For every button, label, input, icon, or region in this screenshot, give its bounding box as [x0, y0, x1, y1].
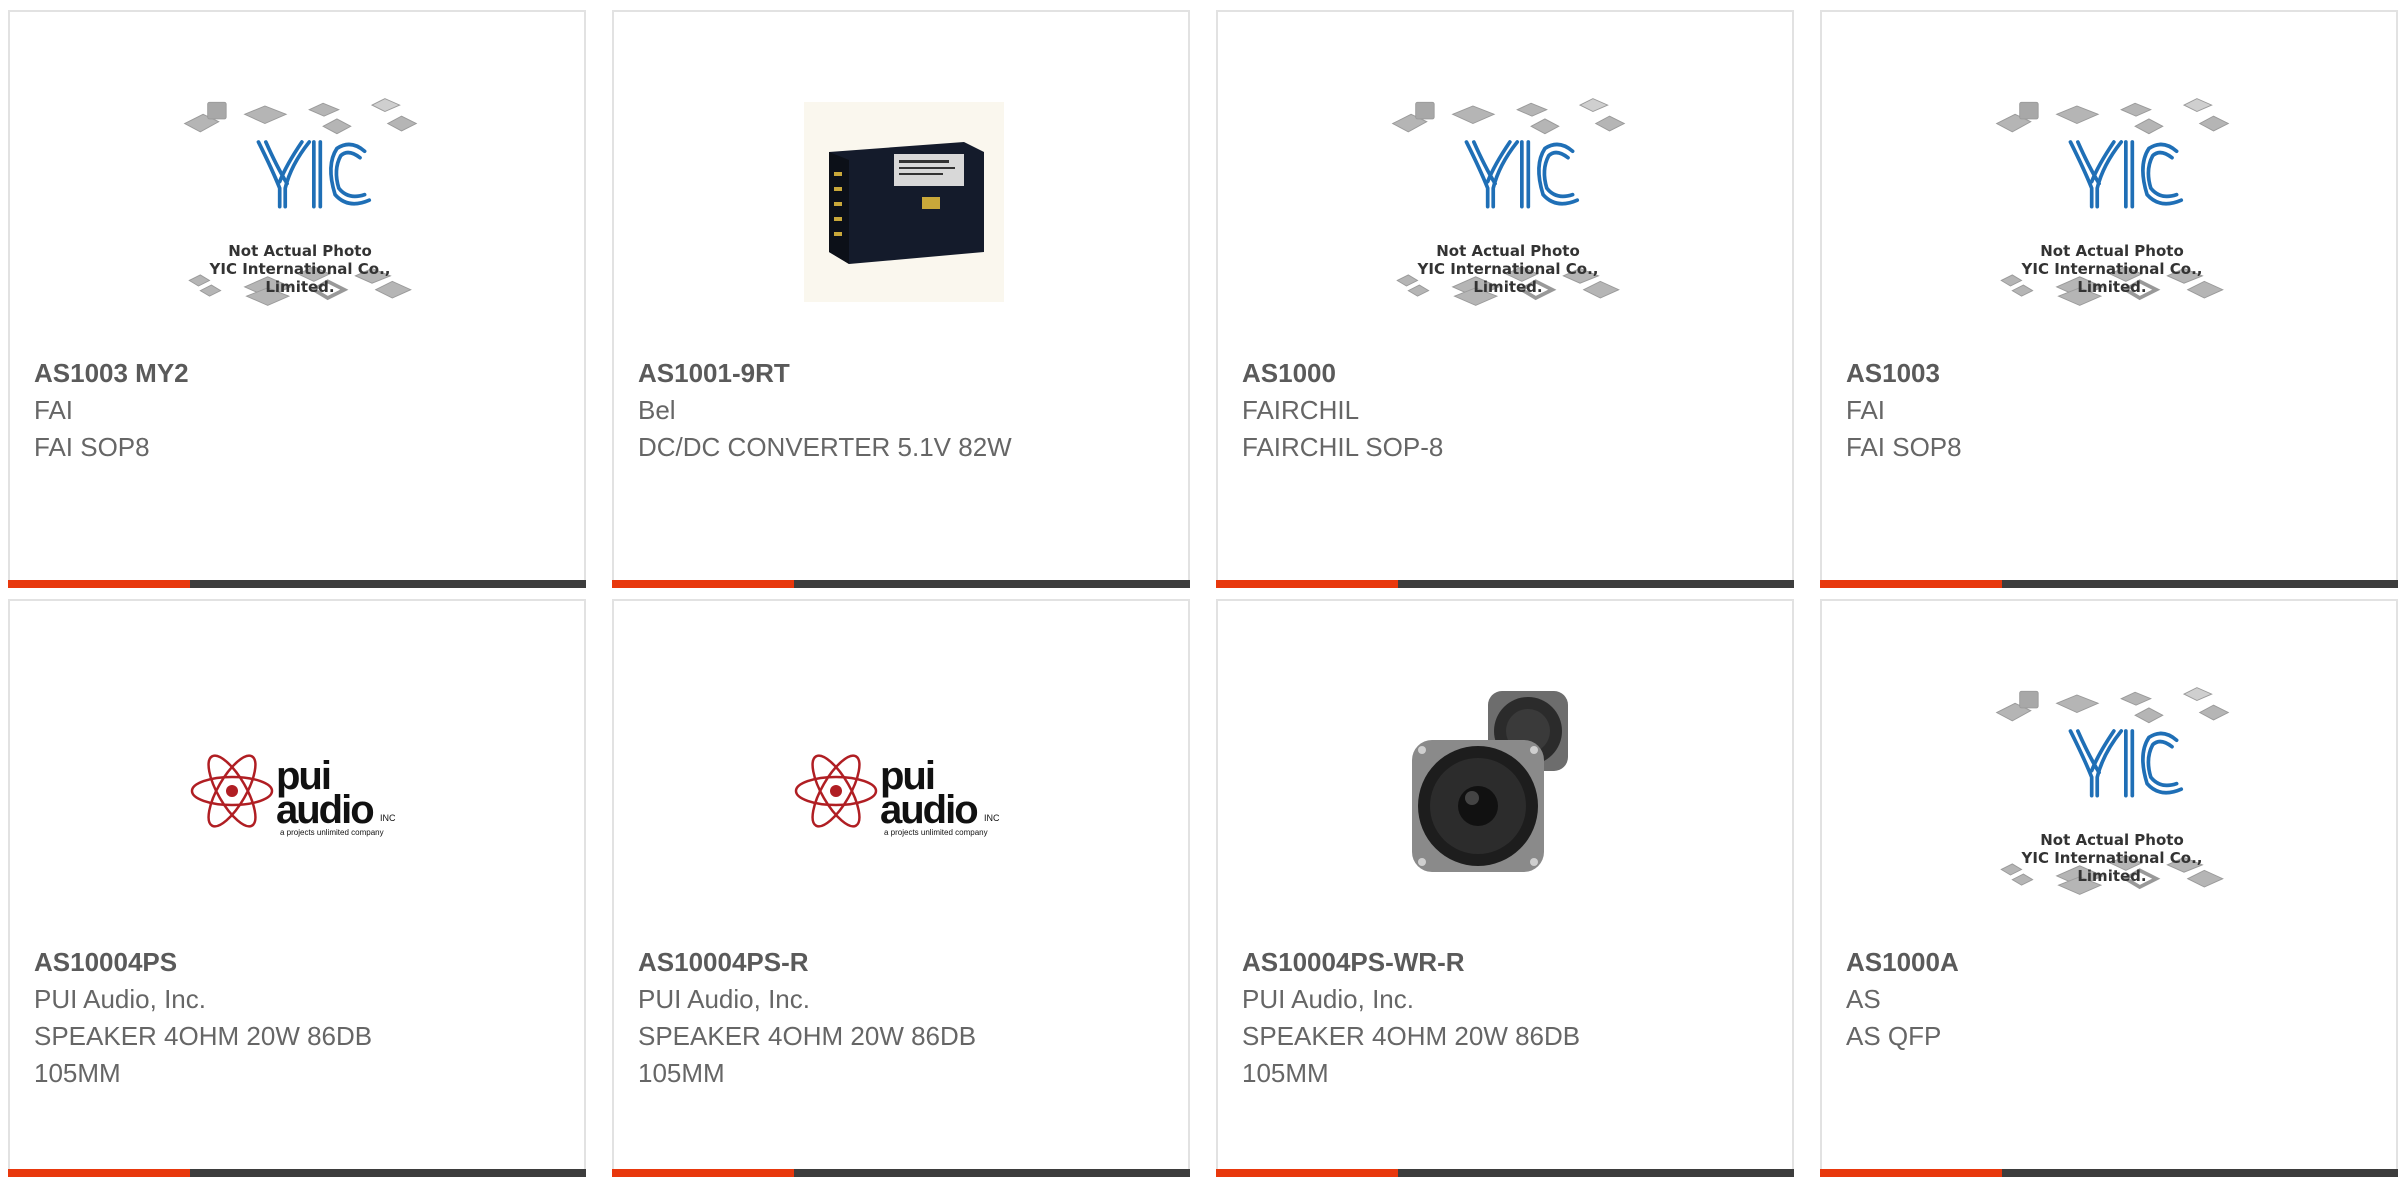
description: AS QFP: [1846, 1021, 1942, 1051]
placeholder-line2: YIC International Co., Limited.: [209, 260, 391, 296]
description: FAIRCHIL SOP-8: [1242, 432, 1444, 462]
description: SPEAKER 4OHM 20W 86DB: [638, 1021, 977, 1051]
footer-accent: [1820, 1169, 2002, 1177]
product-image-converter[interactable]: [784, 82, 1024, 322]
description-line2: 105MM: [34, 1058, 121, 1088]
manufacturer: PUI Audio, Inc.: [34, 984, 206, 1014]
product-card[interactable]: AS1001-9RT Bel DC/DC CONVERTER 5.1V 82W: [612, 10, 1190, 588]
pui-audio-logo-icon: pui audio INC a projects unlimited compa…: [190, 754, 396, 837]
product-image-speaker[interactable]: [1388, 671, 1628, 911]
description: FAI SOP8: [1846, 432, 1962, 462]
description: SPEAKER 4OHM 20W 86DB: [1242, 1021, 1581, 1051]
product-card[interactable]: pui audio INC a projects unlimited compa…: [8, 599, 586, 1177]
pui-audio-logo-icon: pui audio INC a projects unlimited compa…: [794, 754, 1000, 837]
footer-accent: [1216, 1169, 1398, 1177]
manufacturer: PUI Audio, Inc.: [1242, 984, 1414, 1014]
speaker-photo-icon: [1412, 691, 1568, 872]
placeholder-line1: Not Actual Photo: [2040, 242, 2184, 260]
placeholder-line1: Not Actual Photo: [2040, 831, 2184, 849]
pui-logo-tagline: a projects unlimited company: [280, 828, 384, 837]
pui-logo-line2: audio: [880, 788, 977, 832]
card-footer-bar: [1216, 1169, 1794, 1177]
product-card[interactable]: Not Actual Photo YIC International Co., …: [1216, 10, 1794, 588]
placeholder-line2: YIC International Co., Limited.: [2021, 849, 2203, 885]
part-number[interactable]: AS1000A: [1846, 944, 2376, 981]
manufacturer: FAIRCHIL: [1242, 395, 1360, 425]
product-image-placeholder[interactable]: Not Actual Photo YIC International Co., …: [1992, 671, 2232, 911]
pui-logo-suffix: INC: [380, 813, 396, 823]
card-footer-bar: [8, 1169, 586, 1177]
product-image-placeholder[interactable]: Not Actual Photo YIC International Co., …: [1388, 82, 1628, 322]
description-line2: 105MM: [1242, 1058, 1329, 1088]
footer-accent: [612, 1169, 794, 1177]
part-number[interactable]: AS10004PS-WR-R: [1242, 944, 1772, 981]
manufacturer: FAI: [34, 395, 74, 425]
product-card[interactable]: Not Actual Photo YIC International Co., …: [1820, 10, 2398, 588]
part-number[interactable]: AS1003 MY2: [34, 355, 564, 392]
converter-photo-icon: [804, 102, 1004, 302]
card-footer-bar: [612, 580, 1190, 588]
manufacturer: FAI: [1846, 395, 1886, 425]
part-number[interactable]: AS1000: [1242, 355, 1772, 392]
card-footer-bar: [1820, 1169, 2398, 1177]
footer-accent: [8, 580, 190, 588]
description-line2: 105MM: [638, 1058, 725, 1088]
product-image-placeholder[interactable]: Not Actual Photo YIC International Co., …: [180, 82, 420, 322]
placeholder-line2: YIC International Co., Limited.: [2021, 260, 2203, 296]
card-footer-bar: [8, 580, 586, 588]
product-card[interactable]: Not Actual Photo YIC International Co., …: [8, 10, 586, 588]
part-number[interactable]: AS1003: [1846, 355, 2376, 392]
manufacturer: PUI Audio, Inc.: [638, 984, 810, 1014]
product-card[interactable]: pui audio INC a projects unlimited compa…: [612, 599, 1190, 1177]
description: DC/DC CONVERTER 5.1V 82W: [638, 432, 1012, 462]
description: SPEAKER 4OHM 20W 86DB: [34, 1021, 373, 1051]
product-image-placeholder[interactable]: Not Actual Photo YIC International Co., …: [1992, 82, 2232, 322]
product-card[interactable]: AS10004PS-WR-R PUI Audio, Inc. SPEAKER 4…: [1216, 599, 1794, 1177]
footer-accent: [8, 1169, 190, 1177]
placeholder-line1: Not Actual Photo: [1436, 242, 1580, 260]
placeholder-line1: Not Actual Photo: [228, 242, 372, 260]
manufacturer: AS: [1846, 984, 1881, 1014]
placeholder-line2: YIC International Co., Limited.: [1417, 260, 1599, 296]
card-footer-bar: [1820, 580, 2398, 588]
product-image-pui-logo[interactable]: pui audio INC a projects unlimited compa…: [180, 671, 420, 911]
product-image-pui-logo[interactable]: pui audio INC a projects unlimited compa…: [784, 671, 1024, 911]
footer-accent: [1820, 580, 2002, 588]
footer-accent: [612, 580, 794, 588]
pui-logo-suffix: INC: [984, 813, 1000, 823]
pui-logo-line2: audio: [276, 788, 373, 832]
manufacturer: Bel: [638, 395, 676, 425]
product-card[interactable]: Not Actual Photo YIC International Co., …: [1820, 599, 2398, 1177]
part-number[interactable]: AS10004PS: [34, 944, 564, 981]
card-footer-bar: [1216, 580, 1794, 588]
pui-logo-tagline: a projects unlimited company: [884, 828, 988, 837]
part-number[interactable]: AS1001-9RT: [638, 355, 1168, 392]
part-number[interactable]: AS10004PS-R: [638, 944, 1168, 981]
card-footer-bar: [612, 1169, 1190, 1177]
description: FAI SOP8: [34, 432, 150, 462]
footer-accent: [1216, 580, 1398, 588]
